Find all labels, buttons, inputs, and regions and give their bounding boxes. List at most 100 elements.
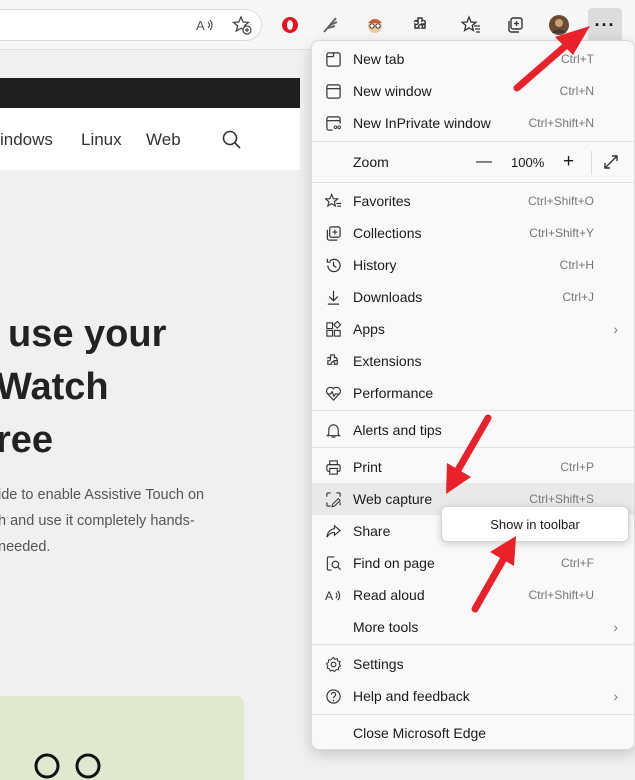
chevron-right-icon: › (613, 688, 618, 704)
shortcut-label: Ctrl+H (559, 258, 594, 272)
menu-divider (312, 447, 634, 448)
collections-icon[interactable] (502, 11, 528, 39)
menu-item-print[interactable]: Print Ctrl+P (312, 451, 634, 483)
address-bar[interactable] (0, 9, 262, 41)
bell-icon (324, 421, 342, 439)
menu-item-favorites[interactable]: Favorites Ctrl+Shift+O (312, 185, 634, 217)
favorites-icon (324, 192, 342, 210)
profile-avatar-icon[interactable] (546, 11, 572, 39)
search-icon[interactable] (221, 129, 243, 151)
more-icon[interactable]: ··· (588, 8, 622, 42)
nav-link-windows[interactable]: indows (0, 130, 53, 150)
menu-item-extensions[interactable]: Extensions (312, 345, 634, 377)
people-icon (34, 753, 101, 779)
find-icon (324, 554, 342, 572)
read-aloud-icon: A (324, 586, 342, 604)
menu-item-label: Downloads (353, 289, 423, 305)
article-intro: ide to enable Assistive Touch on h and u… (0, 482, 204, 560)
history-icon (324, 256, 342, 274)
inprivate-icon (324, 114, 342, 132)
menu-item-label: Close Microsoft Edge (353, 725, 487, 741)
menu-item-more-tools[interactable]: More tools › (312, 611, 634, 643)
zoom-in-button[interactable]: + (563, 151, 574, 173)
settings-menu: New tab Ctrl+T New window Ctrl+N New InP… (311, 40, 635, 750)
shortcut-label: Ctrl+Shift+Y (529, 226, 594, 240)
menu-item-downloads[interactable]: Downloads Ctrl+J (312, 281, 634, 313)
menu-item-find-on-page[interactable]: Find on page Ctrl+F (312, 547, 634, 579)
menu-item-label: Web capture (353, 491, 433, 507)
menu-item-label: Help and feedback (353, 688, 470, 704)
face-extension-icon[interactable] (362, 11, 388, 39)
menu-item-label: Share (353, 523, 391, 539)
shortcut-label: Ctrl+Shift+S (529, 492, 594, 506)
site-navbar: indows Linux Web (0, 108, 300, 170)
menu-item-label: Collections (353, 225, 422, 241)
zoom-out-button[interactable]: — (476, 153, 492, 171)
menu-item-alerts-and-tips[interactable]: Alerts and tips (312, 414, 634, 446)
menu-item-label: Favorites (353, 193, 411, 209)
download-icon (324, 288, 342, 306)
menu-item-help-and-feedback[interactable]: Help and feedback › (312, 680, 634, 712)
svg-text:A: A (325, 589, 334, 603)
zoom-level: 100% (511, 155, 545, 170)
menu-item-label: New tab (353, 51, 405, 67)
chevron-right-icon: › (613, 619, 618, 635)
menu-item-label: More tools (353, 619, 419, 635)
add-favorite-icon[interactable] (229, 11, 255, 39)
favorites-icon[interactable] (458, 11, 484, 39)
shortcut-label: Ctrl+N (559, 84, 594, 98)
print-icon (324, 458, 342, 476)
shortcut-label: Ctrl+Shift+N (528, 116, 594, 130)
menu-item-label: Alerts and tips (353, 422, 442, 438)
new-window-icon (324, 82, 342, 100)
chevron-right-icon: › (613, 321, 618, 337)
menu-item-label: History (353, 257, 397, 273)
menu-divider (312, 644, 634, 645)
read-aloud-icon[interactable]: A (192, 11, 218, 39)
menu-item-performance[interactable]: Performance (312, 377, 634, 409)
gear-icon (324, 655, 342, 673)
shortcut-label: Ctrl+P (560, 460, 594, 474)
extensions-icon (324, 352, 342, 370)
svg-text:A: A (196, 18, 205, 33)
menu-item-history[interactable]: History Ctrl+H (312, 249, 634, 281)
web-capture-icon (324, 490, 342, 508)
intro-line: needed. (0, 539, 51, 555)
show-in-toolbar-button[interactable]: Show in toolbar (441, 506, 629, 542)
menu-item-close-microsoft-edge[interactable]: Close Microsoft Edge (312, 717, 634, 749)
menu-item-label: Performance (353, 385, 434, 401)
nav-link-web[interactable]: Web (146, 130, 181, 150)
shortcut-label: Ctrl+Shift+O (527, 194, 594, 208)
new-tab-icon (324, 50, 342, 68)
menu-item-settings[interactable]: Settings (312, 648, 634, 680)
menu-divider (312, 714, 634, 715)
share-icon (324, 522, 342, 540)
fullscreen-icon[interactable] (602, 153, 620, 171)
menu-item-new-tab[interactable]: New tab Ctrl+T (312, 43, 634, 75)
menu-item-label: Read aloud (353, 587, 425, 603)
menu-item-label: Settings (353, 656, 404, 672)
menu-item-collections[interactable]: Collections Ctrl+Shift+Y (312, 217, 634, 249)
menu-item-label: Apps (353, 321, 385, 337)
shortcut-label: Ctrl+Shift+U (528, 588, 594, 602)
feather-extension-icon[interactable] (318, 11, 344, 39)
article-image-card (0, 696, 244, 780)
menu-divider (312, 182, 634, 183)
help-icon (324, 687, 342, 705)
nav-link-linux[interactable]: Linux (81, 130, 122, 150)
site-top-bar (0, 78, 300, 108)
menu-item-apps[interactable]: Apps › (312, 313, 634, 345)
menu-item-new-window[interactable]: New window Ctrl+N (312, 75, 634, 107)
shortcut-label: Ctrl+F (561, 556, 594, 570)
menu-item-read-aloud[interactable]: A Read aloud Ctrl+Shift+U (312, 579, 634, 611)
apps-icon (324, 320, 342, 338)
menu-item-label: Extensions (353, 353, 422, 369)
headline-line: ree (0, 419, 54, 461)
extensions-icon[interactable] (408, 11, 434, 39)
headline-line: use your (8, 313, 167, 355)
menu-item-new-inprivate-window[interactable]: New InPrivate window Ctrl+Shift+N (312, 107, 634, 139)
headline-line: Watch (0, 366, 109, 408)
shortcut-label: Ctrl+J (562, 290, 594, 304)
intro-line: h and use it completely hands- (0, 513, 195, 529)
opera-extension-icon[interactable] (277, 11, 303, 39)
